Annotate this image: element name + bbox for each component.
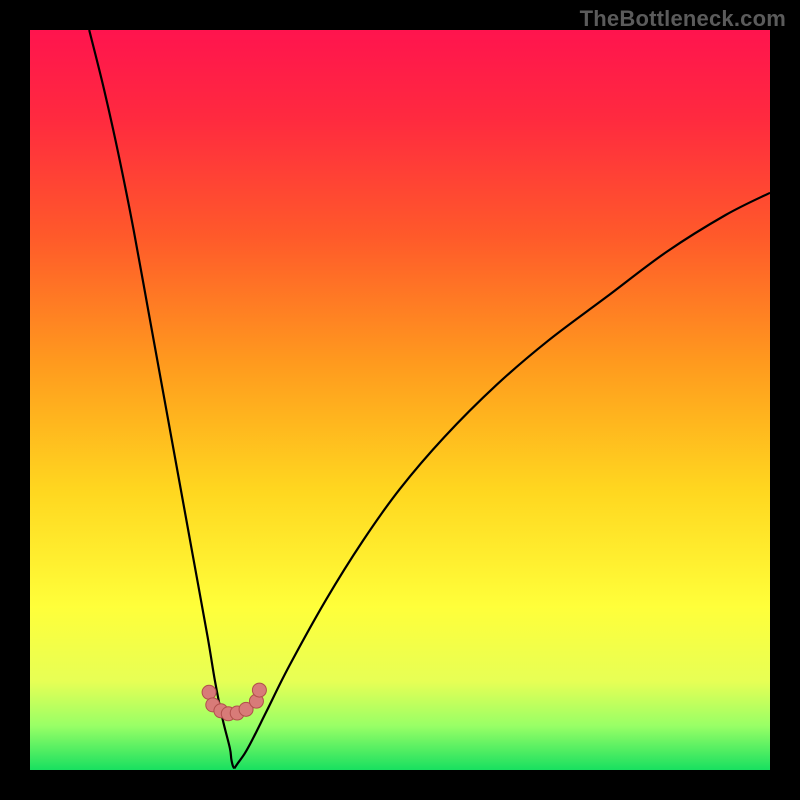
chart-frame: [30, 30, 770, 770]
watermark-text: TheBottleneck.com: [580, 6, 786, 32]
gradient-background: [30, 30, 770, 770]
chart-svg: [30, 30, 770, 770]
marker-point: [252, 683, 266, 697]
marker-point: [202, 685, 216, 699]
